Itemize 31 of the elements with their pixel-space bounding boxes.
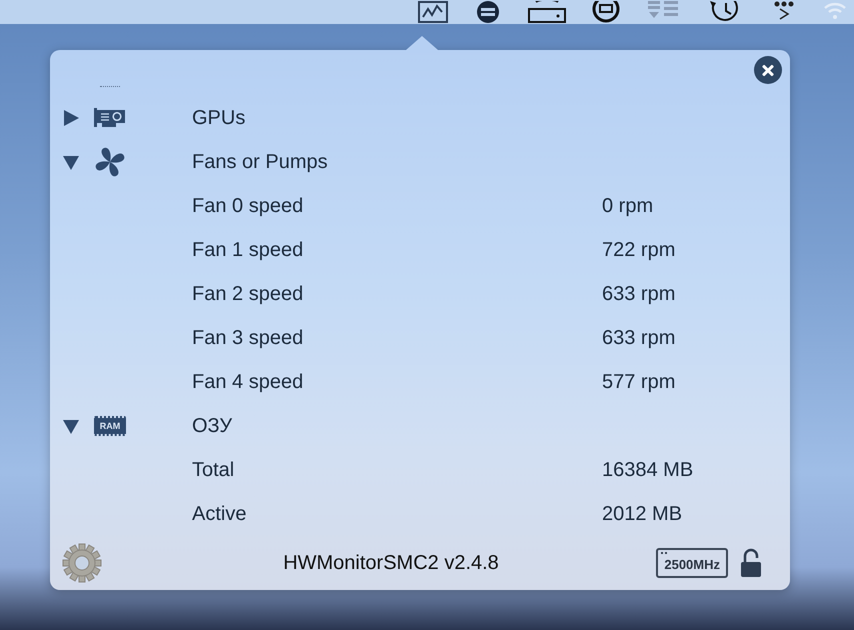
sensor-value: 633 rpm xyxy=(602,282,676,306)
group-label: Fans or Pumps xyxy=(192,150,329,174)
fan-icon xyxy=(94,146,126,178)
ram-chip-icon: RAM xyxy=(94,416,126,436)
sensor-value: 0 rpm xyxy=(602,194,654,218)
sensor-label: Fan 0 speed xyxy=(192,194,304,218)
minus-circle-icon[interactable] xyxy=(474,1,502,23)
sensor-label: Fan 4 speed xyxy=(192,370,304,394)
sensor-label: Active xyxy=(192,502,248,526)
sensor-value: 722 rpm xyxy=(602,238,676,262)
hard-drive-icon[interactable] xyxy=(528,1,566,23)
sensor-value: 577 rpm xyxy=(602,370,676,394)
chart-window-icon[interactable] xyxy=(418,1,448,23)
close-button[interactable] xyxy=(754,56,782,84)
group-label: GPUs xyxy=(192,106,246,130)
graphics-card-icon xyxy=(94,108,126,128)
group-label: ОЗУ xyxy=(192,414,234,438)
sensor-label: Total xyxy=(192,458,236,482)
sensor-value: 2012 MB xyxy=(602,502,684,526)
popover-arrow xyxy=(406,36,438,50)
sensor-label: Fan 1 speed xyxy=(192,238,304,262)
cpu-frequency-badge: 2500MHz xyxy=(656,548,728,578)
sensor-label: Fan 3 speed xyxy=(192,326,304,350)
collapse-triangle[interactable] xyxy=(62,153,80,171)
collapse-triangle[interactable] xyxy=(62,417,80,435)
app-title: HWMonitorSMC2 v2.4.8 xyxy=(282,552,500,574)
sensor-value: 16384 MB xyxy=(602,458,694,482)
expand-triangle[interactable] xyxy=(62,109,80,127)
sensor-value: 633 rpm xyxy=(602,326,676,350)
sensor-label: Fan 2 speed xyxy=(192,282,304,306)
dotted-handle xyxy=(100,86,120,87)
